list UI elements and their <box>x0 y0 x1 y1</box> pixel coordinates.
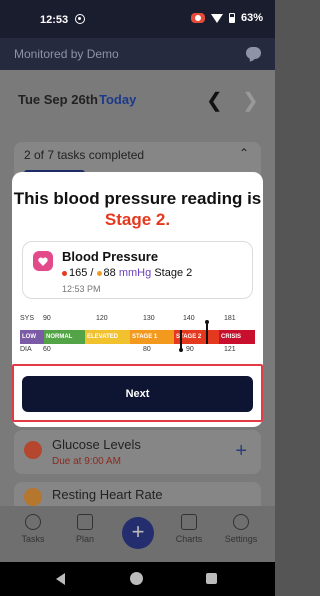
bp-category-scale: SYS 90 120 130 140 181 LOW NORMAL ELEVAT… <box>20 307 255 357</box>
clipboard-icon <box>77 514 93 530</box>
dia-label: DIA <box>20 346 32 353</box>
app-header: Monitored by Demo <box>0 38 275 70</box>
heart-rate-icon <box>24 488 42 506</box>
nav-plan[interactable]: Plan <box>63 514 107 544</box>
back-icon[interactable] <box>56 573 65 585</box>
diastolic-marker <box>180 330 182 350</box>
bp-time: 12:53 PM <box>62 284 101 294</box>
nav-plan-label: Plan <box>75 534 94 544</box>
bp-card-title: Blood Pressure <box>62 249 159 264</box>
category-crisis: CRISIS <box>219 330 255 344</box>
bp-result-dialog: This blood pressure reading is Stage 2. … <box>12 172 263 427</box>
glucose-icon <box>24 441 42 459</box>
status-right: 63% <box>190 12 263 24</box>
nav-tasks[interactable]: Tasks <box>11 514 55 544</box>
category-stage-1: STAGE 1 <box>130 330 174 344</box>
next-button[interactable]: Next <box>22 376 253 412</box>
bottom-nav: Tasks Plan + Charts Settings <box>0 506 275 562</box>
dialog-headline: This blood pressure reading is <box>13 189 262 208</box>
chevron-up-icon[interactable]: ⌃ <box>239 146 249 160</box>
category-low: LOW <box>20 330 44 344</box>
current-date: Tue Sep 26th <box>18 92 98 107</box>
previous-day-icon[interactable]: ❮ <box>206 88 223 113</box>
bp-unit: mmHg <box>118 267 152 279</box>
status-time: 12:53 <box>40 14 69 26</box>
heart-badge <box>33 251 53 271</box>
gear-icon <box>233 514 249 530</box>
date-navigator: Tue Sep 26th Today ❮ ❯ <box>0 70 275 126</box>
next-day-icon[interactable]: ❯ <box>242 88 259 113</box>
bp-stage: Stage 2 <box>154 267 193 279</box>
screen-record-icon <box>190 13 205 23</box>
nav-charts-label: Charts <box>175 534 203 544</box>
status-bar: 12:53 63% <box>0 0 275 38</box>
sys-label: SYS <box>20 315 35 322</box>
dialog-stage: Stage 2. <box>104 210 171 229</box>
notification-icon <box>75 14 85 24</box>
task-summary: 2 of 7 tasks completed <box>24 148 145 162</box>
sys-tick: 181 <box>224 315 236 322</box>
add-icon[interactable]: + <box>235 440 247 463</box>
diastolic-value: 88 <box>103 267 116 279</box>
nav-settings-label: Settings <box>224 534 258 544</box>
sys-tick: 140 <box>183 315 195 322</box>
value-separator: / <box>90 267 94 279</box>
dia-tick: 60 <box>43 346 51 353</box>
task-item-name: Resting Heart Rate <box>52 487 163 502</box>
dia-tick: 121 <box>224 346 236 353</box>
header-title: Monitored by Demo <box>14 47 119 61</box>
task-item-due: Due at 9:00 AM <box>52 456 121 467</box>
today-button[interactable]: Today <box>99 92 136 107</box>
bp-reading-card: Blood Pressure 165 / 88 mmHg Stage 2 12:… <box>22 241 253 299</box>
systolic-marker <box>206 322 208 344</box>
nav-settings[interactable]: Settings <box>219 514 263 544</box>
chat-icon[interactable] <box>246 47 261 59</box>
diastolic-marker-pin <box>179 348 183 352</box>
sys-tick: 130 <box>143 315 155 322</box>
bp-values: 165 / 88 mmHg Stage 2 <box>62 267 192 279</box>
category-elevated: ELEVATED <box>85 330 130 344</box>
diastolic-dot-icon <box>96 270 102 276</box>
nav-charts[interactable]: Charts <box>167 514 211 544</box>
dia-tick: 90 <box>186 346 194 353</box>
task-item-glucose[interactable]: Glucose Levels Due at 9:00 AM + <box>14 430 261 474</box>
check-circle-icon <box>25 514 41 530</box>
add-button[interactable]: + <box>122 517 154 549</box>
wifi-icon <box>210 13 223 23</box>
sys-tick: 90 <box>43 315 51 322</box>
sys-tick: 120 <box>96 315 108 322</box>
nav-tasks-label: Tasks <box>21 534 45 544</box>
home-icon[interactable] <box>130 572 143 585</box>
task-item-name: Glucose Levels <box>52 437 141 452</box>
category-normal: NORMAL <box>44 330 85 344</box>
battery-icon <box>228 13 235 23</box>
recents-icon[interactable] <box>206 573 217 584</box>
system-nav-bar <box>0 562 275 596</box>
heart-icon <box>38 257 48 266</box>
battery-percent: 63% <box>240 12 263 24</box>
chart-icon <box>181 514 197 530</box>
dia-tick: 80 <box>143 346 151 353</box>
systolic-dot-icon <box>62 270 67 276</box>
systolic-value: 165 <box>69 267 88 279</box>
